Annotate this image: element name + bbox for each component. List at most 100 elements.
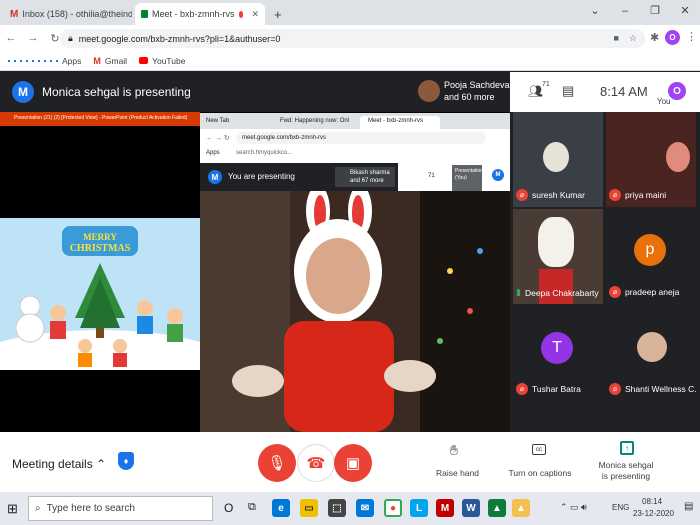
participant-video bbox=[543, 142, 569, 172]
l-app-icon[interactable]: L bbox=[410, 499, 428, 517]
app-icon[interactable]: ▲ bbox=[488, 499, 506, 517]
mail-icon[interactable]: ✉ bbox=[356, 499, 374, 517]
present-icon[interactable]: ↑ bbox=[620, 441, 634, 455]
participant-tile[interactable]: ▮ Deepa Chakrabarty bbox=[513, 209, 603, 304]
people-icon[interactable]: 👥︎ bbox=[528, 84, 543, 98]
self-avatar[interactable]: O bbox=[668, 82, 686, 100]
meeting-details-label: Meeting details bbox=[12, 457, 93, 471]
pinned-more: and 60 more bbox=[444, 92, 495, 102]
bookmark-gmail[interactable]: M Gmail bbox=[93, 56, 127, 66]
maximize-button[interactable]: ❐ bbox=[640, 0, 670, 25]
task-view-icon[interactable]: ⧉ bbox=[248, 501, 256, 514]
participant-tile[interactable] bbox=[513, 403, 603, 432]
nested-bookmark-search[interactable]: search.hmyquickco... bbox=[236, 150, 292, 156]
participant-tile[interactable]: ⌀ priya maini bbox=[606, 112, 696, 207]
svg-text:MERRY: MERRY bbox=[83, 232, 117, 242]
participant-tile[interactable]: ⌀ Shanti Wellness C... bbox=[606, 306, 696, 401]
mic-toggle-button[interactable]: 🎙︎ bbox=[258, 444, 296, 482]
youtube-icon bbox=[139, 57, 149, 64]
taskbar-date[interactable]: 23-12-2020 bbox=[633, 509, 674, 518]
tab-gmail[interactable]: M Inbox (158) - othilia@theindiansi ✕ bbox=[4, 3, 132, 25]
mic-off-icon: 🎙︎ bbox=[267, 455, 287, 472]
nested-tab[interactable]: New Tab bbox=[206, 118, 229, 124]
profile-avatar[interactable]: O bbox=[665, 30, 680, 45]
address-bar[interactable]: 🔒︎ meet.google.com/bxb-zmnh-rvs?pli=1&au… bbox=[60, 29, 645, 48]
cortana-icon[interactable]: O bbox=[224, 501, 233, 515]
chevron-down-icon[interactable]: ⌄ bbox=[580, 0, 610, 25]
lock-icon: 🔒︎ bbox=[68, 33, 73, 43]
notifications-icon[interactable]: ▤ bbox=[684, 501, 693, 512]
browser-tab-strip: M Inbox (158) - othilia@theindiansi ✕ Me… bbox=[0, 0, 700, 25]
nested-meet-header: M You are presenting Bikash sharma and 67… bbox=[200, 163, 510, 191]
store-icon[interactable]: ⬚ bbox=[328, 499, 346, 517]
word-icon[interactable]: W bbox=[462, 499, 480, 517]
participant-tile[interactable]: p ⌀ pradeep aneja bbox=[606, 209, 696, 304]
nested-presenter-avatar: M bbox=[208, 170, 222, 184]
back-icon[interactable]: ← bbox=[0, 32, 22, 44]
taskbar-time[interactable]: 08:14 bbox=[642, 497, 662, 506]
participant-tile[interactable]: T ⌀ Tushar Batra bbox=[513, 306, 603, 401]
new-tab-button[interactable]: + bbox=[268, 3, 290, 25]
menu-icon[interactable]: ⋮ bbox=[686, 30, 697, 43]
chrome-icon[interactable]: ● bbox=[384, 499, 402, 517]
participant-avatar: T bbox=[541, 332, 573, 364]
nested-tab[interactable]: Fwd: Happening now: Onl bbox=[280, 118, 349, 124]
mcafee-icon[interactable]: M bbox=[436, 499, 454, 517]
mic-off-icon: ⌀ bbox=[609, 383, 621, 395]
nested-browser-window: New Tab Fwd: Happening now: Onl Meet - b… bbox=[200, 113, 510, 432]
raise-hand-button[interactable]: Raise hand bbox=[430, 468, 485, 478]
file-explorer-icon[interactable]: ▭ bbox=[300, 499, 318, 517]
windows-start-icon[interactable]: ⊞ bbox=[7, 501, 18, 517]
nested-url[interactable]: meet.google.com/bxb-zmnh-rvs bbox=[236, 132, 486, 144]
participant-name: Shanti Wellness C... bbox=[625, 384, 696, 394]
mic-off-icon: ⌀ bbox=[516, 189, 528, 201]
hand-icon[interactable]: ✋︎ bbox=[450, 442, 458, 459]
edge-icon[interactable]: e bbox=[272, 499, 290, 517]
forward-icon[interactable]: → bbox=[22, 32, 44, 44]
nested-people-count: 71 bbox=[428, 173, 435, 179]
leave-call-button[interactable]: ☎︎ bbox=[297, 444, 335, 482]
bookmark-label: YouTube bbox=[152, 55, 186, 66]
christmas-slide: MERRY CHRISTMAS bbox=[0, 218, 200, 370]
windows-taskbar: ⊞ ⌕ Type here to search O ⧉ e ▭ ⬚ ✉ ● L … bbox=[0, 492, 700, 525]
bookmark-apps[interactable]: Apps bbox=[8, 56, 81, 66]
captions-icon[interactable]: cc bbox=[532, 444, 546, 455]
presenting-status[interactable]: Monica sehgal is presenting bbox=[590, 460, 662, 482]
minimize-button[interactable]: – bbox=[610, 0, 640, 25]
captions-button[interactable]: Turn on captions bbox=[505, 468, 575, 478]
chat-icon[interactable]: ▤ bbox=[562, 83, 574, 99]
clock-time: 8:14 AM bbox=[600, 84, 648, 99]
bookmark-youtube[interactable]: YouTube bbox=[139, 56, 185, 66]
back-icon[interactable]: ← → ↻ bbox=[206, 134, 230, 142]
tab-label: Inbox (158) - othilia@theindiansi bbox=[22, 9, 132, 19]
presenting-banner: Monica sehgal is presenting bbox=[42, 85, 191, 99]
camera-icon[interactable]: ■ bbox=[613, 33, 618, 44]
svg-text:CHRISTMAS: CHRISTMAS bbox=[70, 243, 131, 254]
camera-toggle-button[interactable]: ▣ bbox=[334, 444, 372, 482]
pinned-avatar bbox=[418, 80, 440, 102]
participant-tile[interactable] bbox=[606, 403, 696, 432]
close-icon[interactable]: ✕ bbox=[251, 9, 259, 20]
shield-icon[interactable]: ♦ bbox=[118, 452, 134, 470]
tab-meet[interactable]: Meet - bxb-zmnh-rvs ✕ bbox=[135, 3, 265, 25]
bookmark-label: Gmail bbox=[104, 55, 128, 66]
star-icon[interactable]: ☆ bbox=[629, 33, 637, 44]
taskbar-search[interactable]: ⌕ Type here to search bbox=[28, 496, 213, 521]
pinned-participant[interactable]: Pooja Sachdeva and 60 more bbox=[444, 79, 510, 103]
participant-name: suresh Kumar bbox=[532, 190, 585, 200]
language-indicator[interactable]: ENG bbox=[612, 503, 629, 512]
extensions-icon[interactable]: ✱ bbox=[650, 31, 659, 44]
photos-icon[interactable]: ▲ bbox=[512, 499, 530, 517]
meeting-details-button[interactable]: Meeting details ⌃ bbox=[12, 457, 106, 471]
meet-controls: Meeting details ⌃ ♦ 🎙︎ ☎︎ ▣ ✋︎ Raise han… bbox=[0, 432, 700, 492]
tray-icons[interactable]: ⌃ ▭ 🔊︎ bbox=[560, 502, 587, 513]
meet-toolbar-right: 👥︎ 71 ▤ 8:14 AM You O bbox=[510, 72, 700, 112]
close-window-button[interactable]: ✕ bbox=[670, 0, 700, 25]
speaking-icon: ▮ bbox=[516, 287, 521, 297]
nested-bookmark-apps[interactable]: Apps bbox=[206, 150, 220, 156]
participant-tile[interactable]: ⌀ suresh Kumar bbox=[513, 112, 603, 207]
meet-header: M Monica sehgal is presenting Pooja Sach… bbox=[0, 72, 700, 112]
presenting-line: Monica sehgal bbox=[598, 460, 654, 470]
people-count: 71 bbox=[542, 81, 550, 88]
gmail-icon: M bbox=[10, 8, 19, 20]
